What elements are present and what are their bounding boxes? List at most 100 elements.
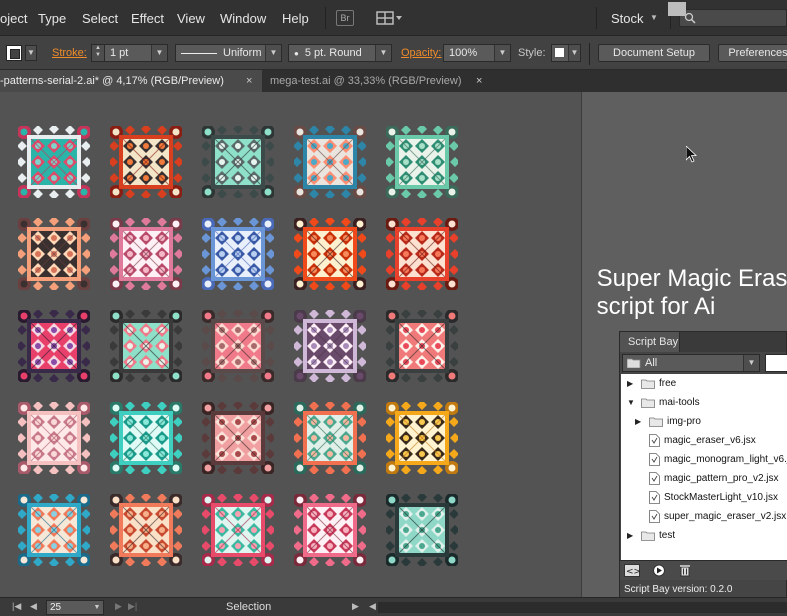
variable-width-profile[interactable]: Uniform ▼ xyxy=(175,44,282,62)
pattern-swatch[interactable] xyxy=(202,402,274,474)
pattern-swatch[interactable] xyxy=(202,126,274,198)
status-text[interactable]: Selection xyxy=(226,601,271,613)
menu-view[interactable]: View xyxy=(177,11,205,26)
stroke-weight-spinner[interactable]: ▲ ▼ xyxy=(91,44,105,62)
menu-window[interactable]: Window xyxy=(220,11,266,26)
arrange-documents-icon[interactable] xyxy=(376,10,404,26)
stock-menu[interactable]: Stock xyxy=(611,11,644,26)
tree-item-label: magic_eraser_v6.jsx xyxy=(664,435,756,446)
pattern-swatch[interactable] xyxy=(110,218,182,290)
close-icon[interactable]: × xyxy=(246,70,252,92)
status-menu-arrow-icon[interactable]: ▶ xyxy=(352,601,359,612)
opacity-field[interactable]: 100% ▼ xyxy=(443,44,511,62)
menu-help[interactable]: Help xyxy=(282,11,309,26)
fill-stroke-swatch[interactable] xyxy=(6,45,22,61)
menu-divider xyxy=(325,7,326,29)
pattern-swatch[interactable] xyxy=(202,494,274,566)
chevron-down-icon[interactable]: ▼ xyxy=(91,601,103,614)
bridge-button[interactable]: Br xyxy=(336,10,354,26)
pattern-swatch[interactable] xyxy=(294,310,366,382)
chevron-down-icon[interactable]: ▼ xyxy=(650,13,658,22)
first-artboard-icon[interactable]: |◀ xyxy=(12,601,21,612)
tree-file[interactable]: magic_pattern_pro_v2.jsx xyxy=(621,470,787,488)
pattern-swatch[interactable] xyxy=(110,494,182,566)
pattern-swatch[interactable] xyxy=(110,402,182,474)
tree-item-label: img-pro xyxy=(667,416,701,427)
folder-filter-select[interactable]: All ▼ xyxy=(622,354,760,372)
tree-folder[interactable]: ▶ free xyxy=(621,375,787,393)
pattern-swatch[interactable] xyxy=(386,126,458,198)
menu-object[interactable]: oject xyxy=(0,11,27,26)
menu-effect[interactable]: Effect xyxy=(131,11,164,26)
expand-right-icon[interactable]: ▶ xyxy=(627,527,633,545)
document-setup-button[interactable]: Document Setup xyxy=(598,44,710,62)
stroke-weight-value: 1 pt xyxy=(110,47,129,59)
stroke-label[interactable]: Stroke: xyxy=(52,47,87,59)
pattern-swatch[interactable] xyxy=(110,310,182,382)
pattern-swatch[interactable] xyxy=(202,310,274,382)
folder-icon xyxy=(641,531,655,541)
script-bay-tab[interactable]: Script Bay xyxy=(620,332,680,352)
zoom-field[interactable]: 25 ▼ xyxy=(46,600,104,615)
pattern-swatch[interactable] xyxy=(294,126,366,198)
pattern-swatch[interactable] xyxy=(386,310,458,382)
stroke-weight-field[interactable]: 1 pt ▼ xyxy=(104,44,168,62)
scrollbar-thumb[interactable] xyxy=(668,2,686,16)
profile-value: Uniform xyxy=(223,47,262,59)
pattern-swatch[interactable] xyxy=(18,310,90,382)
chevron-down-icon[interactable]: ▼ xyxy=(494,45,510,61)
previous-artboard-icon[interactable]: ◀ xyxy=(30,601,37,612)
tab-mega-test[interactable]: mega-test.ai @ 33,33% (RGB/Preview) × xyxy=(266,70,492,92)
pattern-swatch[interactable] xyxy=(294,218,366,290)
chevron-down-icon[interactable]: ▼ xyxy=(568,45,580,61)
horizontal-scrollbar[interactable] xyxy=(378,602,787,613)
menu-select[interactable]: Select xyxy=(82,11,118,26)
tree-file[interactable]: magic_monogram_light_v6.jsx xyxy=(621,451,787,469)
scroll-left-icon[interactable]: ◀ xyxy=(369,601,376,612)
tree-folder[interactable]: ▼ mai-tools xyxy=(621,394,787,412)
pattern-swatch[interactable] xyxy=(202,218,274,290)
tree-file[interactable]: super_magic_eraser_v2.jsx xyxy=(621,508,787,526)
pattern-swatch[interactable] xyxy=(386,402,458,474)
delete-script-icon[interactable] xyxy=(677,564,693,577)
pattern-swatch[interactable] xyxy=(18,218,90,290)
tree-file[interactable]: StockMasterLight_v10.jsx xyxy=(621,489,787,507)
chevron-down-icon[interactable]: ▼ xyxy=(25,45,37,61)
tree-folder[interactable]: ▶ test xyxy=(621,527,787,545)
chevron-down-icon[interactable]: ▼ xyxy=(743,355,759,371)
pattern-swatch[interactable] xyxy=(18,126,90,198)
pattern-swatch[interactable] xyxy=(18,494,90,566)
pattern-swatch[interactable] xyxy=(294,402,366,474)
chevron-down-icon[interactable]: ▼ xyxy=(151,45,167,61)
tree-file[interactable]: magic_eraser_v6.jsx xyxy=(621,432,787,450)
tree-item-label: free xyxy=(659,378,677,389)
chevron-down-icon[interactable]: ▼ xyxy=(265,45,281,61)
script-search-input[interactable] xyxy=(765,354,787,372)
pattern-swatch[interactable] xyxy=(18,402,90,474)
tree-item-label: test xyxy=(659,530,676,541)
close-icon[interactable]: × xyxy=(476,70,482,92)
svg-text:<>: <> xyxy=(626,567,640,577)
expand-right-icon[interactable]: ▶ xyxy=(627,375,633,393)
next-artboard-icon[interactable]: ▶ xyxy=(115,601,122,612)
expand-down-icon[interactable]: ▼ xyxy=(627,394,635,412)
opacity-label[interactable]: Opacity: xyxy=(401,47,441,59)
expand-right-icon[interactable]: ▶ xyxy=(635,413,641,431)
tree-folder[interactable]: ▶ img-pro xyxy=(621,413,787,431)
run-script-icon[interactable] xyxy=(651,564,667,577)
edit-script-icon[interactable]: <> xyxy=(624,564,640,577)
preferences-button[interactable]: Preferences xyxy=(718,44,787,62)
pattern-swatch[interactable] xyxy=(386,494,458,566)
brush-value: 5 pt. Round xyxy=(304,47,362,59)
graphic-style-picker[interactable]: ▼ xyxy=(551,44,581,62)
tab-label: mega-test.ai @ 33,33% (RGB/Preview) xyxy=(270,75,462,87)
tab-patterns-serial[interactable]: -patterns-serial-2.ai* @ 4,17% (RGB/Prev… xyxy=(0,70,262,92)
search-input[interactable] xyxy=(679,9,787,27)
brush-definition[interactable]: ● 5 pt. Round ▼ xyxy=(288,44,392,62)
pattern-swatch[interactable] xyxy=(110,126,182,198)
pattern-swatch[interactable] xyxy=(294,494,366,566)
pattern-swatch[interactable] xyxy=(386,218,458,290)
menu-type[interactable]: Type xyxy=(38,11,66,26)
chevron-down-icon[interactable]: ▼ xyxy=(375,45,391,61)
last-artboard-icon[interactable]: ▶| xyxy=(128,601,137,612)
